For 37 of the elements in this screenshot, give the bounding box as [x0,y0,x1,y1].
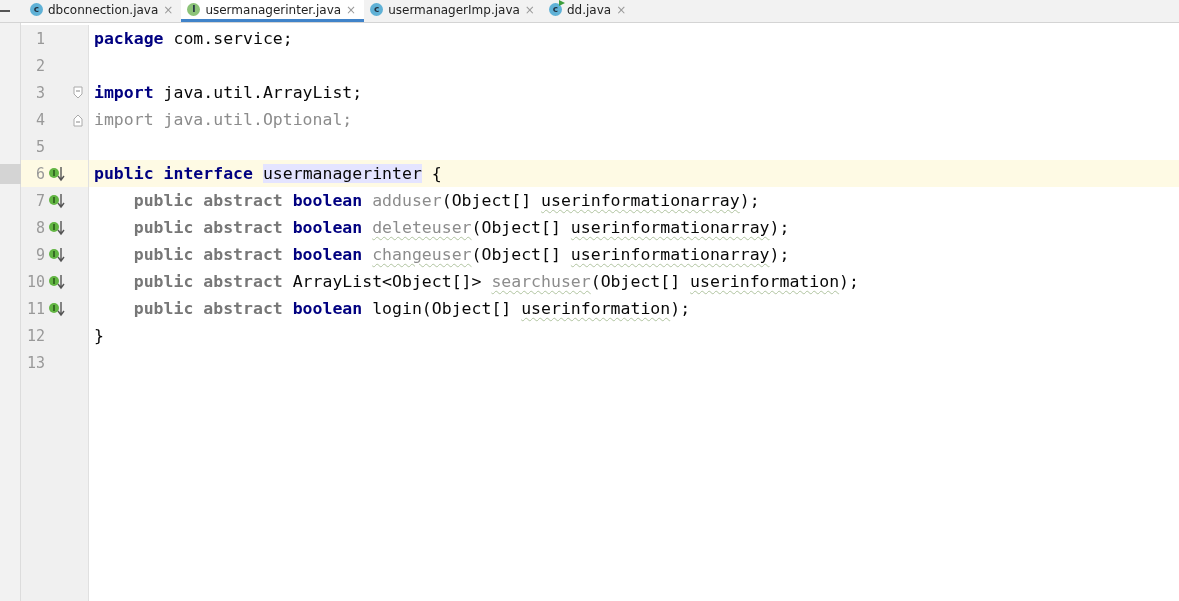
line-number: 13 [25,353,45,372]
implemented-icon[interactable] [48,219,66,236]
file-icon: c [30,3,43,16]
code-line: public abstract boolean deleteuser(Object[] userinformationarray); [132,218,790,237]
file-icon: c [370,3,384,16]
editor-tab[interactable]: c usermanagerImp.java × [364,0,543,22]
line-number: 5 [34,137,45,156]
file-icon: c [548,3,562,16]
line-number: 6 [34,164,45,183]
code-line: public abstract boolean changeuser(Object[] userinformationarray); [132,245,790,264]
line-number: 9 [34,245,45,264]
implemented-icon[interactable] [48,192,66,209]
line-number: 3 [34,83,45,102]
implemented-icon[interactable] [48,300,66,317]
implemented-icon[interactable] [48,165,66,182]
line-number: 7 [34,191,45,210]
code-line: package com.service; [94,29,293,48]
line-number: 10 [25,272,45,291]
code-line: } [94,326,104,345]
implemented-icon[interactable] [48,273,66,290]
code-line: public abstract boolean adduser(Object[] userinformationarray); [132,191,760,210]
editor-tab[interactable]: I usermanagerinter.java × [181,0,365,22]
line-number: 8 [34,218,45,237]
line-number: 4 [34,110,45,129]
editor-tab[interactable]: c dd.java × [542,0,635,22]
line-number: 2 [34,56,45,75]
implemented-icon[interactable] [48,246,66,263]
code-line: public interface usermanagerinter { [94,164,442,183]
code-line: public abstract boolean login(Object[] userinformation); [132,299,691,318]
line-number: 12 [25,326,45,345]
file-icon: I [187,3,201,16]
editor-tab[interactable]: c dbconnection.java × [24,0,182,22]
code-line: public abstract ArrayList<Object[]> searchuser(Object[] userinformation); [132,272,859,291]
code-line: import java.util.ArrayList; [94,83,363,102]
line-number: 1 [34,29,45,48]
code-line: import java.util.Optional; [94,110,353,129]
line-number: 11 [25,299,45,318]
